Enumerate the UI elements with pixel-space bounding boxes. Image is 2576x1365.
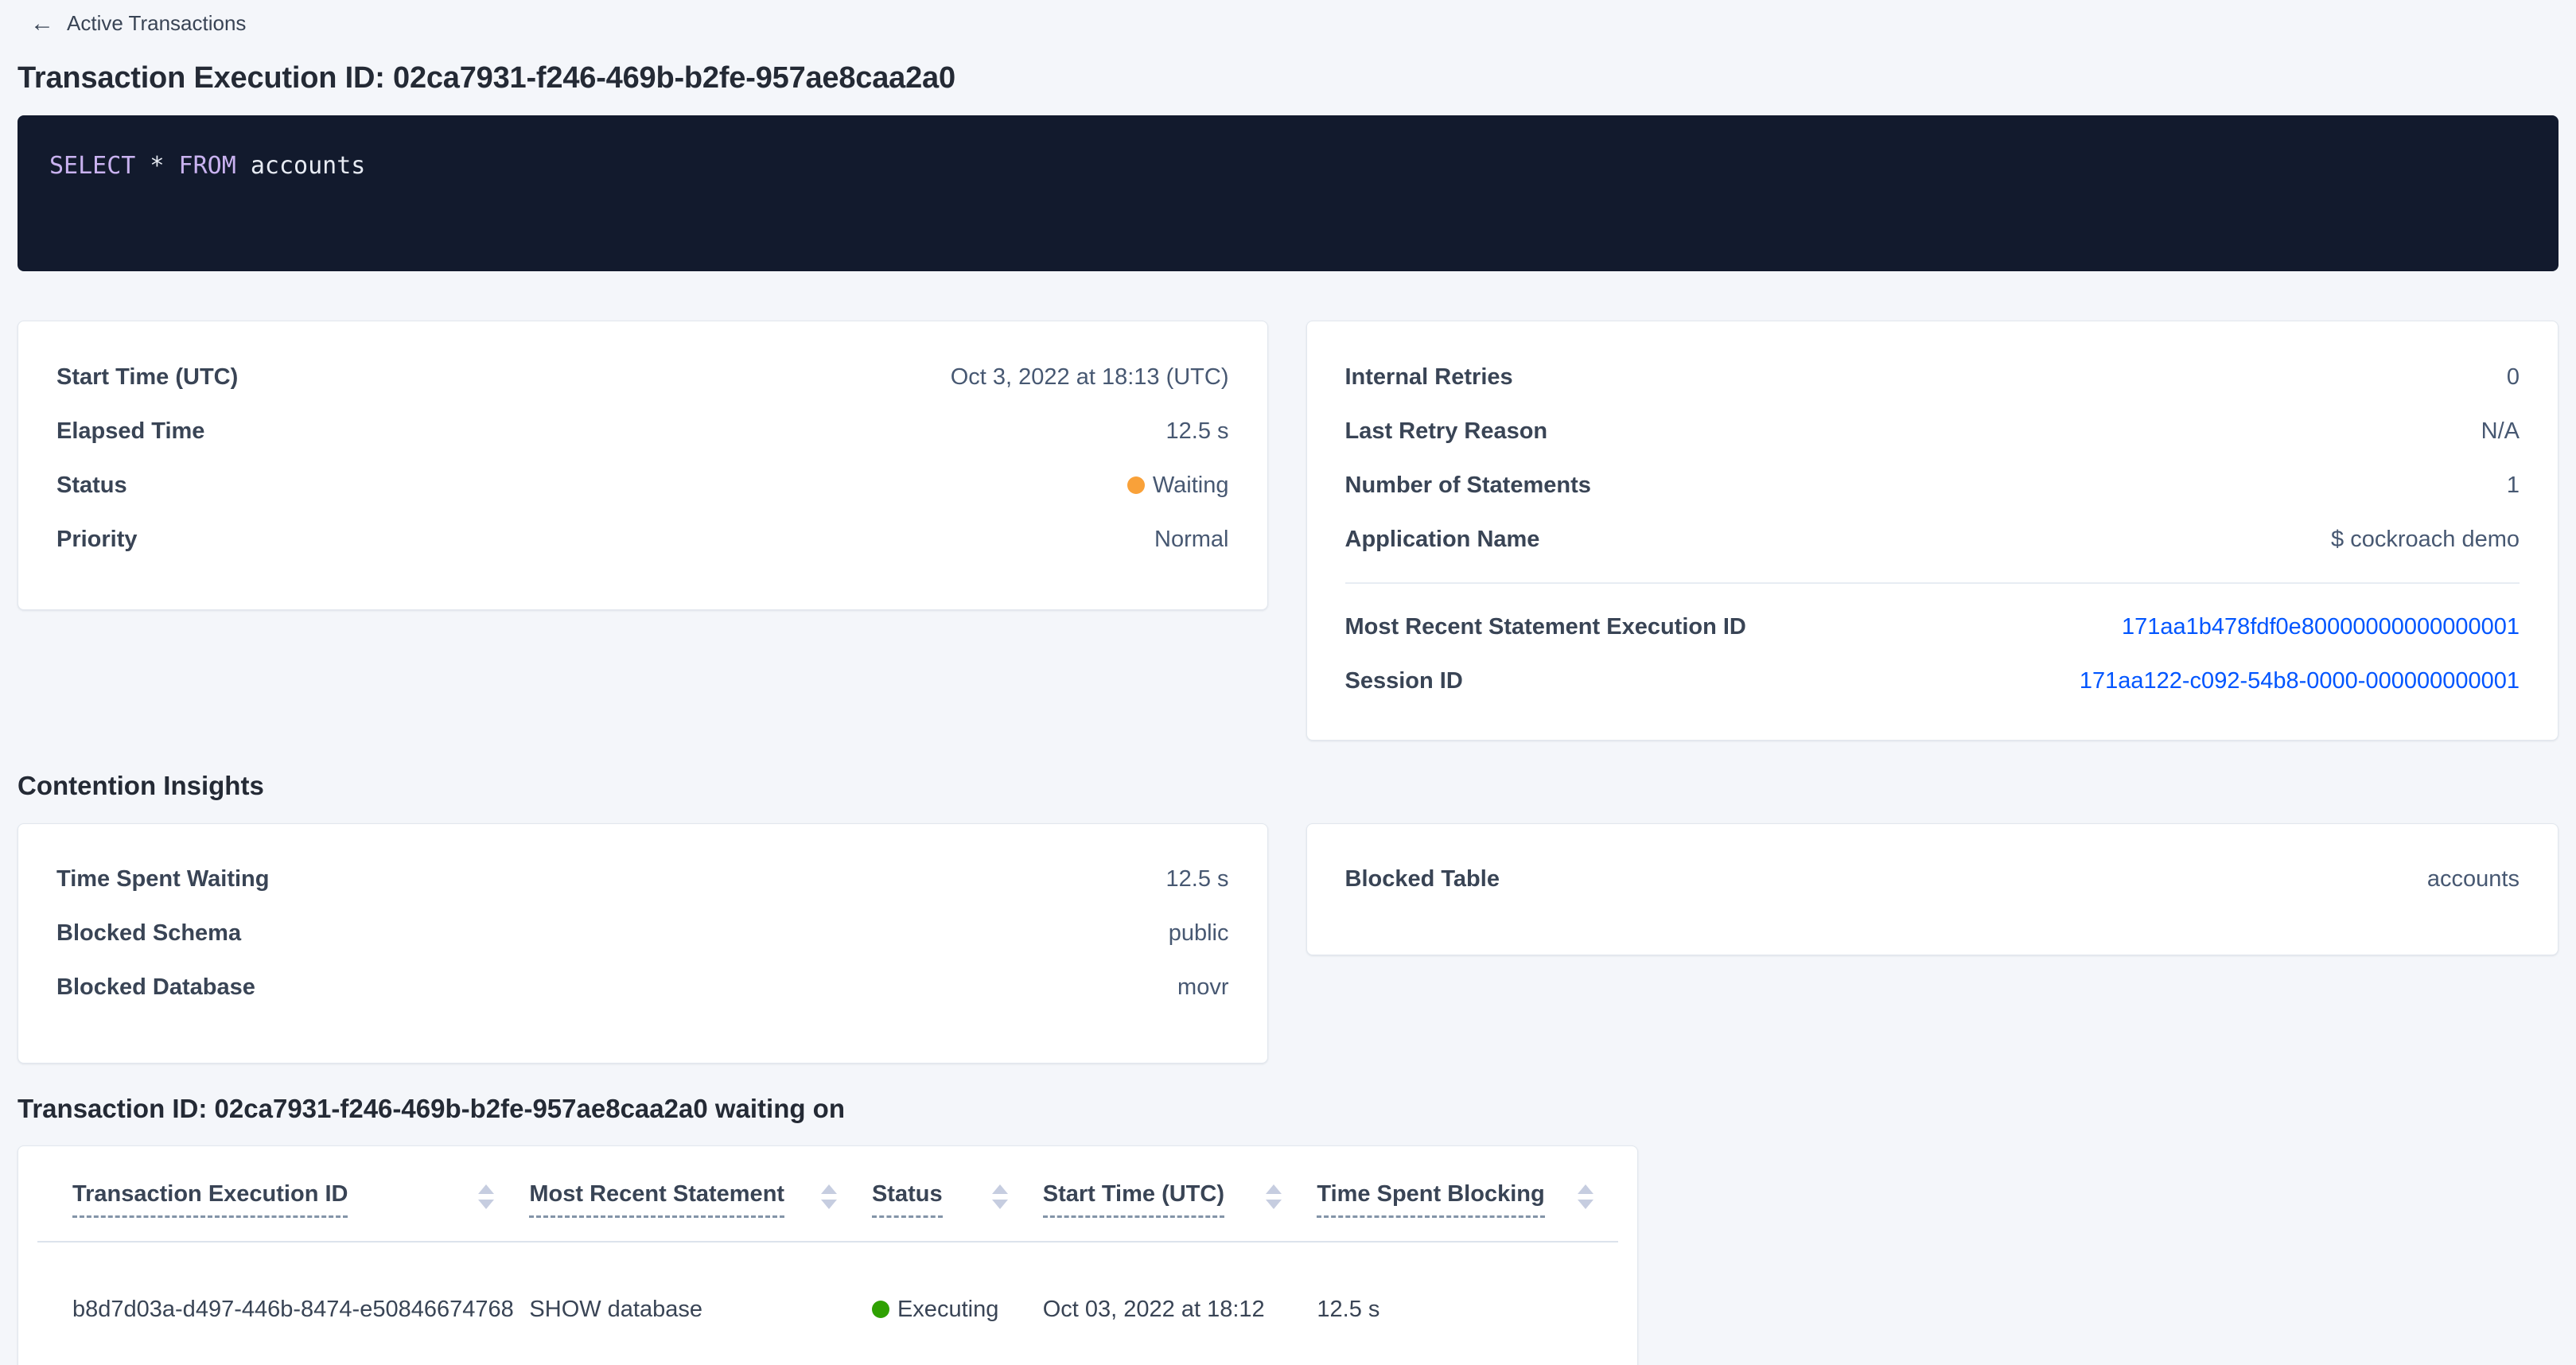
elapsed-time-value: 12.5 s <box>1166 418 1229 445</box>
row-status-text: Executing <box>897 1297 998 1322</box>
row-time-spent-blocking: 12.5 s <box>1317 1297 1618 1323</box>
column-header-status: Status <box>872 1180 1043 1241</box>
contention-card-right: Blocked Table accounts <box>1306 823 2559 955</box>
summary-cards-row: Start Time (UTC) Oct 3, 2022 at 18:13 (U… <box>18 321 2558 741</box>
column-header-time-spent-blocking: Time Spent Blocking <box>1317 1180 1618 1241</box>
contention-row-blocked-schema: Blocked Schema public <box>56 907 1229 961</box>
row-start-time: Oct 03, 2022 at 18:12 <box>1043 1297 1317 1323</box>
waiting-status-dot-icon <box>1127 476 1145 494</box>
last-retry-reason-value: N/A <box>2481 418 2520 445</box>
statement-execution-id-link[interactable]: 171aa1b478fdf0e80000000000000001 <box>2122 614 2520 640</box>
summary-row-priority: Priority Normal <box>56 512 1229 566</box>
contention-card-left: Time Spent Waiting 12.5 s Blocked Schema… <box>18 823 1268 1064</box>
start-time-label: Start Time (UTC) <box>56 364 238 391</box>
statement-execution-id-label: Most Recent Statement Execution ID <box>1345 614 1746 640</box>
session-id-label: Session ID <box>1345 668 1463 694</box>
page-title: Transaction Execution ID: 02ca7931-f246-… <box>18 61 2558 95</box>
card-divider <box>1345 582 2520 584</box>
sort-arrows-icon[interactable] <box>992 1184 1008 1209</box>
sql-identifier-accounts: accounts <box>251 152 366 180</box>
sql-statement-box: SELECT * FROM accounts <box>18 115 2558 271</box>
application-name-value: $ cockroach demo <box>2331 527 2520 553</box>
transaction-summary-card-left: Start Time (UTC) Oct 3, 2022 at 18:13 (U… <box>18 321 1268 610</box>
start-time-value: Oct 3, 2022 at 18:13 (UTC) <box>951 364 1229 391</box>
transaction-summary-card-right: Internal Retries 0 Last Retry Reason N/A… <box>1306 321 2559 741</box>
column-header-start-time: Start Time (UTC) <box>1043 1180 1317 1241</box>
contention-row-blocked-database: Blocked Database movr <box>56 961 1229 1015</box>
summary-row-application-name: Application Name $ cockroach demo <box>1345 512 2520 566</box>
session-id-link[interactable]: 171aa122-c092-54b8-0000-000000000001 <box>2080 668 2520 694</box>
summary-row-start-time: Start Time (UTC) Oct 3, 2022 at 18:13 (U… <box>56 350 1229 404</box>
row-transaction-execution-id: b8d7d03a-d497-446b-8474-e50846674768 <box>37 1297 529 1323</box>
sql-statement-text: SELECT * FROM accounts <box>49 152 2520 181</box>
contention-insights-heading: Contention Insights <box>18 771 2558 801</box>
sql-keyword-select: SELECT <box>49 152 135 180</box>
waiting-on-table-card: Transaction Execution ID Most Recent Sta… <box>18 1145 1638 1365</box>
back-arrow-icon: ← <box>30 12 54 36</box>
time-spent-waiting-value: 12.5 s <box>1166 866 1229 892</box>
blocked-database-label: Blocked Database <box>56 974 255 1001</box>
row-status: Executing <box>872 1297 1043 1323</box>
sort-arrows-icon[interactable] <box>1578 1184 1593 1209</box>
back-to-active-transactions-link[interactable]: ← Active Transactions <box>30 11 246 36</box>
status-value-text: Waiting <box>1153 472 1229 498</box>
summary-row-elapsed-time: Elapsed Time 12.5 s <box>56 404 1229 458</box>
contention-row-time-spent-waiting: Time Spent Waiting 12.5 s <box>56 853 1229 907</box>
blocked-table-value: accounts <box>2427 866 2520 892</box>
column-header-most-recent-statement: Most Recent Statement <box>529 1180 872 1241</box>
summary-row-number-of-statements: Number of Statements 1 <box>1345 458 2520 512</box>
summary-row-session-id: Session ID 171aa122-c092-54b8-0000-00000… <box>1345 654 2520 708</box>
blocked-table-label: Blocked Table <box>1345 866 1500 892</box>
application-name-label: Application Name <box>1345 527 1540 553</box>
transaction-details-page: ← Active Transactions Transaction Execut… <box>0 0 2576 1365</box>
blocked-database-value: movr <box>1177 974 1228 1001</box>
row-most-recent-statement: SHOW database <box>529 1297 872 1323</box>
time-spent-blocking-column-label[interactable]: Time Spent Blocking <box>1317 1180 1544 1218</box>
waiting-on-table-header: Transaction Execution ID Most Recent Sta… <box>37 1146 1618 1242</box>
sort-arrows-icon[interactable] <box>821 1184 837 1209</box>
status-label: Status <box>56 472 127 499</box>
sql-operator-star: * <box>150 152 164 180</box>
internal-retries-value: 0 <box>2507 364 2520 391</box>
status-column-label[interactable]: Status <box>872 1180 943 1218</box>
summary-row-internal-retries: Internal Retries 0 <box>1345 350 2520 404</box>
waiting-on-heading: Transaction ID: 02ca7931-f246-469b-b2fe-… <box>18 1094 2558 1124</box>
internal-retries-label: Internal Retries <box>1345 364 1513 391</box>
sql-keyword-from: FROM <box>179 152 236 180</box>
sort-arrows-icon[interactable] <box>1266 1184 1282 1209</box>
start-time-column-label[interactable]: Start Time (UTC) <box>1043 1180 1224 1218</box>
contention-row-blocked-table: Blocked Table accounts <box>1345 853 2520 907</box>
back-link-label: Active Transactions <box>67 11 246 36</box>
contention-cards-row: Time Spent Waiting 12.5 s Blocked Schema… <box>18 823 2558 1064</box>
blocked-schema-label: Blocked Schema <box>56 920 241 947</box>
executing-status-dot-icon <box>872 1301 889 1318</box>
transaction-execution-id-column-label[interactable]: Transaction Execution ID <box>72 1180 348 1218</box>
summary-row-last-retry-reason: Last Retry Reason N/A <box>1345 404 2520 458</box>
sort-arrows-icon[interactable] <box>478 1184 494 1209</box>
summary-row-statement-execution-id: Most Recent Statement Execution ID 171aa… <box>1345 600 2520 654</box>
most-recent-statement-column-label[interactable]: Most Recent Statement <box>529 1180 784 1218</box>
number-of-statements-label: Number of Statements <box>1345 472 1591 499</box>
elapsed-time-label: Elapsed Time <box>56 418 204 445</box>
summary-row-status: Status Waiting <box>56 458 1229 512</box>
time-spent-waiting-label: Time Spent Waiting <box>56 866 269 892</box>
blocked-schema-value: public <box>1169 920 1229 947</box>
column-header-transaction-execution-id: Transaction Execution ID <box>37 1180 529 1241</box>
priority-label: Priority <box>56 527 138 553</box>
table-row: b8d7d03a-d497-446b-8474-e50846674768 SHO… <box>37 1242 1618 1365</box>
number-of-statements-value: 1 <box>2507 472 2520 499</box>
priority-value: Normal <box>1154 527 1228 553</box>
status-value: Waiting <box>1127 472 1229 499</box>
last-retry-reason-label: Last Retry Reason <box>1345 418 1548 445</box>
